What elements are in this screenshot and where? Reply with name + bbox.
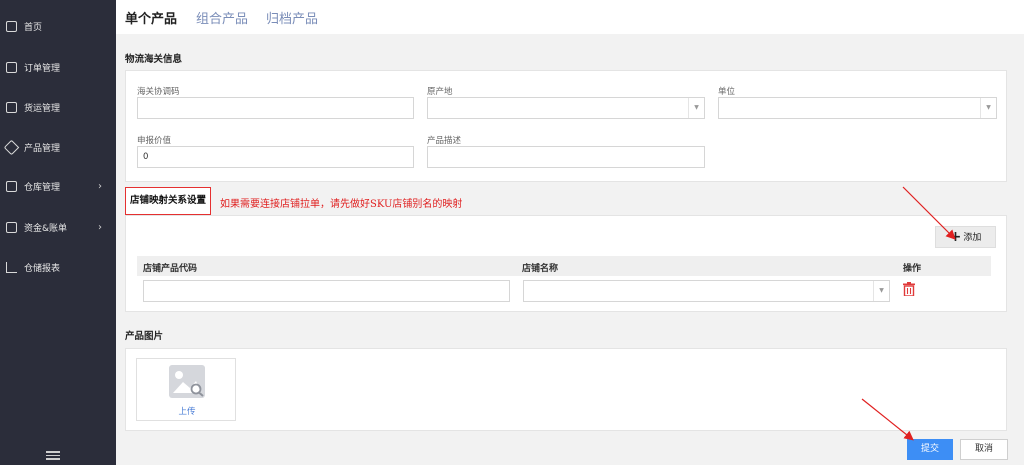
sidebar-item-label: 货运管理 (24, 103, 61, 114)
sidebar-item-shipping[interactable]: 货运管理 (0, 96, 116, 118)
sidebar-item-label: 仓库管理 (24, 182, 61, 193)
sidebar-item-label: 资金&账单 (24, 223, 68, 234)
sidebar-item-label: 产品管理 (24, 143, 61, 154)
truck-icon (6, 101, 17, 113)
wallet-icon (6, 221, 17, 233)
sidebar-item-label: 订单管理 (24, 63, 61, 74)
order-icon (6, 61, 17, 73)
sidebar-item-orders[interactable]: 订单管理 (0, 56, 116, 78)
sidebar-item-warehouse[interactable]: 仓库管理 › (0, 175, 116, 197)
home-icon (6, 20, 17, 32)
sidebar-item-home[interactable]: 首页 (0, 15, 116, 37)
annotation-arrow (902, 186, 956, 240)
chevron-right-icon: › (98, 221, 102, 233)
chevron-right-icon: › (98, 180, 102, 192)
tag-icon (3, 139, 20, 155)
sidebar-item-products[interactable]: 产品管理 (0, 136, 116, 158)
annotation-arrow (861, 398, 914, 441)
menu-collapse-icon[interactable] (46, 449, 60, 460)
sidebar: 首页 订单管理 货运管理 产品管理 仓库管理 › 资金&账单 › 仓储报表 (0, 0, 116, 465)
main-content: 单个产品 组合产品 归档产品 物流海关信息 海关协调码 原产地 ▼ 单位 ▼ 申… (116, 0, 1024, 465)
sidebar-item-reports[interactable]: 仓储报表 (0, 256, 116, 278)
chart-icon (6, 261, 17, 273)
sidebar-item-label: 首页 (24, 22, 43, 33)
warehouse-icon (6, 180, 17, 192)
sidebar-item-finance[interactable]: 资金&账单 › (0, 216, 116, 238)
sidebar-item-label: 仓储报表 (24, 263, 61, 274)
annotation-arrows (861, 186, 956, 441)
